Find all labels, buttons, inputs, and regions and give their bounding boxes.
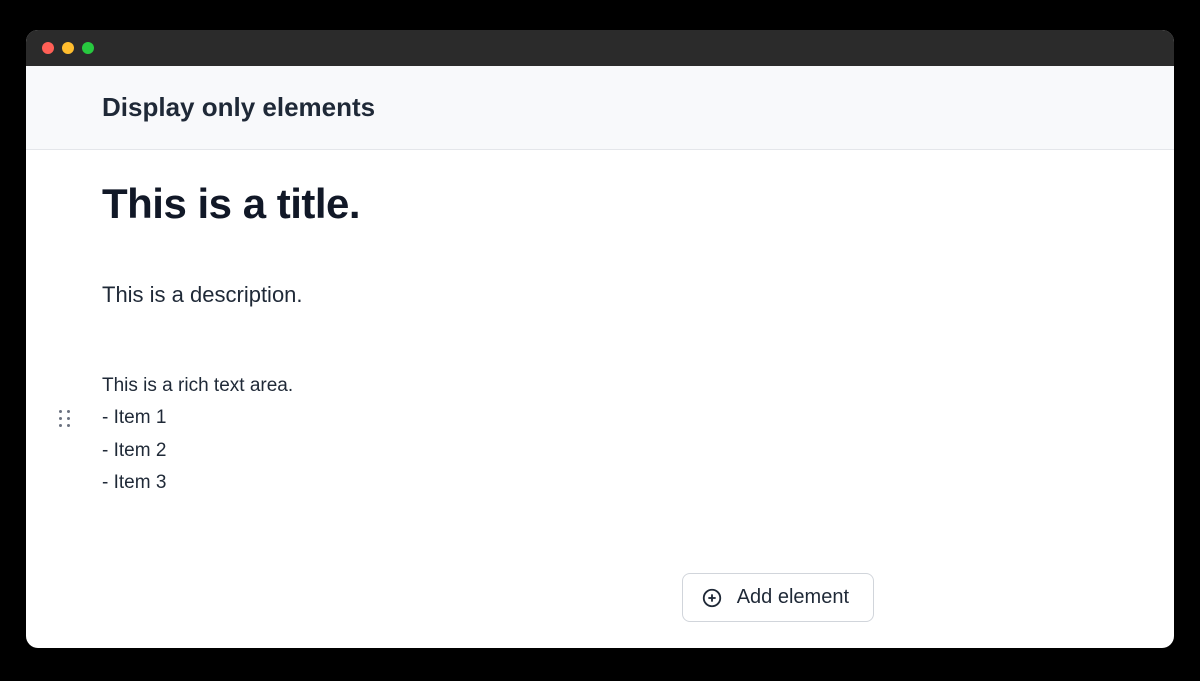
content-title: This is a title. <box>102 180 1098 228</box>
window-maximize-button[interactable] <box>82 42 94 54</box>
window-close-button[interactable] <box>42 42 54 54</box>
add-element-label: Add element <box>737 586 849 609</box>
window-titlebar <box>26 30 1174 66</box>
plus-circle-icon <box>701 587 723 609</box>
rich-text-item: - Item 3 <box>102 467 1098 499</box>
page-header: Display only elements <box>26 66 1174 150</box>
add-element-button[interactable]: Add element <box>682 573 874 622</box>
content-description: This is a description. <box>102 282 1098 308</box>
drag-handle-icon[interactable] <box>56 408 72 428</box>
window-minimize-button[interactable] <box>62 42 74 54</box>
rich-text-item: - Item 1 <box>102 402 1098 434</box>
page-header-title: Display only elements <box>102 92 1174 123</box>
rich-text-intro: This is a rich text area. <box>102 370 1098 402</box>
app-window: Display only elements This is a title. T… <box>26 30 1174 648</box>
rich-text-block: This is a rich text area. - Item 1 - Ite… <box>102 370 1098 499</box>
content-area: This is a title. This is a description. … <box>26 150 1174 648</box>
rich-text-item: - Item 2 <box>102 435 1098 467</box>
